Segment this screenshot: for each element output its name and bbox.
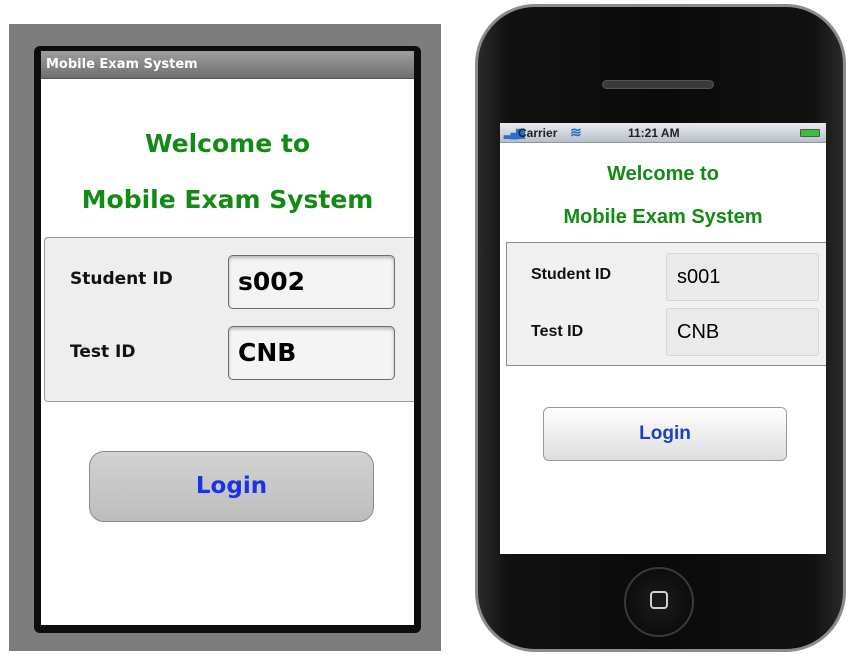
android-screen: Mobile Exam System Welcome to Mobile Exa… [41,51,414,625]
iphone-student-id-field[interactable]: s001 [666,253,819,301]
android-bezel: Mobile Exam System Welcome to Mobile Exa… [34,46,421,633]
iphone-status-bar: ▂▄▆ Carrier ≋ 11:21 AM [500,123,826,143]
iphone-login-button[interactable]: Login [543,407,787,461]
battery-icon [800,129,820,137]
android-student-id-field[interactable]: s002 [228,255,395,309]
iphone-test-id-field[interactable]: CNB [666,308,819,356]
android-login-form: Student ID s002 Test ID CNB [44,237,414,402]
android-login-button[interactable]: Login [89,451,374,522]
wifi-icon: ≋ [570,124,582,140]
android-test-id-field[interactable]: CNB [228,326,395,380]
android-device: Mobile Exam System Welcome to Mobile Exa… [9,24,441,651]
iphone-student-id-label: Student ID [531,266,611,283]
android-test-id-label: Test ID [70,342,136,362]
iphone-clock: 11:21 AM [628,126,680,140]
iphone-welcome-line2: Mobile Exam System [563,206,763,228]
iphone-carrier: Carrier [518,126,558,140]
android-welcome-line1: Welcome to [144,129,311,158]
android-title-bar: Mobile Exam System [41,51,414,79]
home-button-icon [650,591,668,609]
android-welcome-line2: Mobile Exam System [81,185,374,214]
iphone-login-form: Student ID s001 Test ID CNB [506,242,826,366]
iphone-test-id-label: Test ID [531,323,584,340]
android-student-id-label: Student ID [70,269,173,289]
home-button[interactable] [624,567,694,637]
iphone-welcome-line1: Welcome to [607,163,719,185]
iphone-speaker-grille [602,80,714,89]
iphone-device: ▂▄▆ Carrier ≋ 11:21 AM Welcome to Mobile… [475,4,846,652]
iphone-screen: ▂▄▆ Carrier ≋ 11:21 AM Welcome to Mobile… [500,123,826,554]
